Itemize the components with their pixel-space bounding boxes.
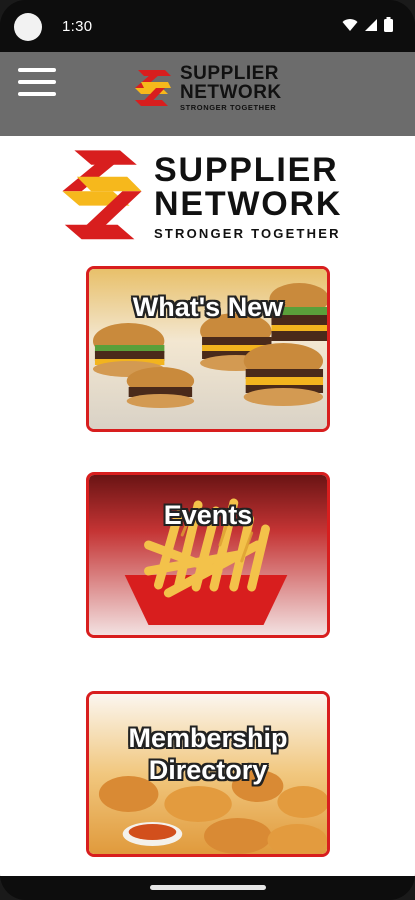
battery-icon [384, 17, 393, 37]
supplier-network-logo-mark [135, 70, 171, 106]
status-time: 1:30 [62, 18, 93, 35]
main-logo-line2: NETWORK [154, 184, 343, 223]
status-bar: 1:30 [0, 0, 415, 52]
whats-new-label: What's New [132, 292, 284, 322]
main-logo-text: SUPPLIER NETWORK STRONGER TOGETHER [154, 153, 342, 240]
app-bar-logo: SUPPLIER NETWORK STRONGER TOGETHER [132, 64, 282, 112]
membership-directory-tile[interactable]: Membership Directory [86, 691, 330, 857]
camera-cutout [14, 13, 42, 41]
phone-screen: 1:30 SUPPLIER NETWORK STRONGER TOGETHER … [0, 0, 415, 900]
logo-tagline: STRONGER TOGETHER [180, 103, 277, 113]
main-logo: SUPPLIER NETWORK STRONGER TOGETHER [60, 148, 342, 244]
whats-new-tile[interactable]: What's New [86, 266, 330, 432]
main-logo-line1: SUPPLIER [154, 150, 339, 189]
membership-directory-label: Membership Directory [89, 722, 327, 786]
supplier-network-logo-mark [62, 150, 142, 240]
app-bar-logo-text: SUPPLIER NETWORK STRONGER TOGETHER [180, 64, 282, 112]
membership-label-line1: Membership [128, 723, 288, 753]
events-label: Events [163, 500, 253, 530]
logo-line1: SUPPLIER [180, 63, 280, 85]
app-bar: SUPPLIER NETWORK STRONGER TOGETHER [0, 52, 415, 136]
signal-icon [364, 18, 378, 37]
main-content: SUPPLIER NETWORK STRONGER TOGETHER What'… [0, 136, 415, 876]
logo-line2: NETWORK [180, 82, 282, 104]
membership-label-line2: Directory [148, 755, 268, 785]
hamburger-menu-icon[interactable] [18, 68, 58, 102]
events-tile[interactable]: Events [86, 472, 330, 638]
home-gesture-pill[interactable] [150, 885, 266, 890]
main-logo-tagline: STRONGER TOGETHER [154, 225, 341, 241]
wifi-icon [342, 18, 358, 37]
navigation-bar [0, 876, 415, 900]
status-icons [342, 17, 393, 37]
